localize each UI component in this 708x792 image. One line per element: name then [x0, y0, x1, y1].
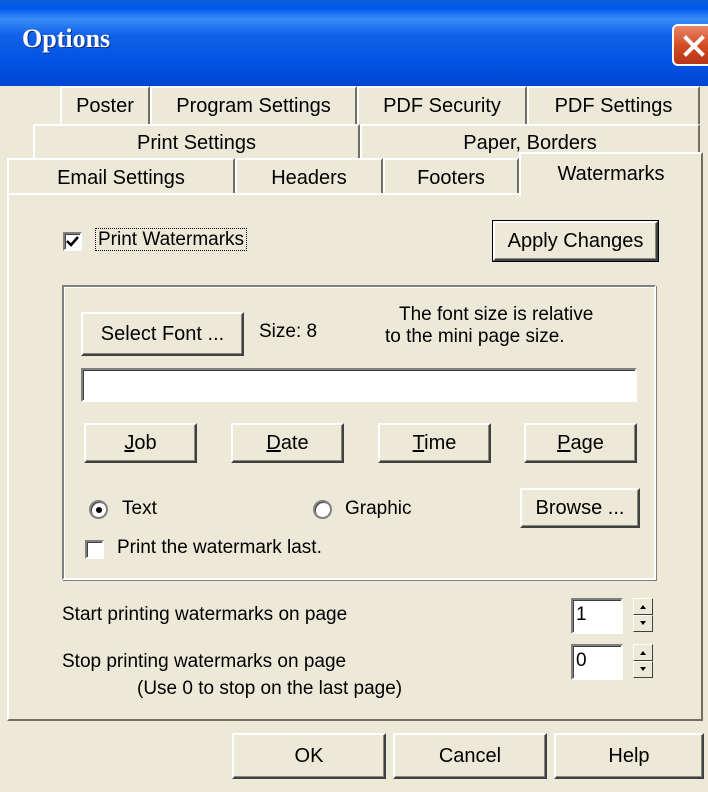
tab-pdf-settings[interactable]: PDF Settings	[527, 86, 700, 124]
arrow-down-icon	[640, 667, 646, 671]
stop-page-input[interactable]: 0	[571, 644, 623, 680]
close-button[interactable]	[672, 24, 708, 66]
radio-selected-dot	[96, 507, 102, 513]
browse-button[interactable]: Browse ...	[520, 488, 640, 528]
arrow-up-icon	[640, 651, 646, 655]
tab-label: Paper, Borders	[463, 132, 597, 154]
stop-page-hint: (Use 0 to stop on the last page)	[137, 678, 403, 699]
date-label: ate	[280, 432, 309, 454]
job-mnemonic: J	[124, 432, 135, 454]
date-button[interactable]: Date	[231, 423, 344, 463]
stop-page-label: Stop printing watermarks on page	[62, 651, 347, 672]
browse-label: Browse ...	[535, 497, 625, 519]
page-button[interactable]: Page	[524, 423, 637, 463]
apply-changes-button[interactable]: Apply Changes	[492, 220, 659, 262]
window-title: Options	[22, 24, 111, 53]
print-last-checkbox[interactable]	[85, 540, 104, 559]
page-label: age	[570, 432, 604, 454]
font-note-line2: to the mini page size.	[385, 326, 565, 347]
tab-label: Footers	[417, 167, 485, 189]
font-size-label: Size: 8	[259, 321, 318, 342]
tab-label: Email Settings	[57, 167, 185, 189]
select-font-button[interactable]: Select Font ...	[81, 312, 244, 356]
time-label: ime	[424, 432, 457, 454]
start-page-input[interactable]: 1	[571, 598, 623, 634]
job-button[interactable]: Job	[84, 423, 197, 463]
checkmark-icon	[66, 236, 79, 247]
tab-print-settings[interactable]: Print Settings	[33, 124, 360, 158]
help-button[interactable]: Help	[554, 733, 704, 779]
print-watermarks-label[interactable]: Print Watermarks	[95, 228, 248, 251]
tab-label: PDF Settings	[554, 95, 673, 117]
stop-page-value: 0	[576, 650, 587, 671]
ok-label: OK	[294, 745, 324, 767]
page-mnemonic: P	[557, 432, 571, 454]
select-font-label: Select Font ...	[100, 323, 225, 345]
tab-headers[interactable]: Headers	[235, 158, 383, 194]
cancel-button[interactable]: Cancel	[393, 733, 547, 779]
job-label: ob	[134, 432, 157, 454]
spin-down-button[interactable]	[633, 661, 653, 678]
help-label: Help	[608, 745, 650, 767]
print-last-label[interactable]: Print the watermark last.	[117, 537, 322, 559]
graphic-radio[interactable]	[313, 500, 332, 519]
graphic-radio-label[interactable]: Graphic	[345, 498, 412, 520]
arrow-down-icon	[640, 621, 646, 625]
print-watermarks-text: Print Watermarks	[95, 228, 248, 251]
title-bar[interactable]: Options	[0, 0, 708, 86]
print-watermarks-checkbox[interactable]	[63, 232, 82, 251]
tab-watermarks[interactable]: Watermarks	[519, 152, 703, 196]
watermark-text-input[interactable]	[81, 368, 637, 402]
date-mnemonic: D	[266, 432, 281, 454]
spin-up-button[interactable]	[633, 644, 653, 661]
tab-email-settings[interactable]: Email Settings	[7, 158, 235, 194]
font-note-line1: The font size is relative	[399, 304, 594, 325]
tab-poster[interactable]: Poster	[60, 86, 150, 124]
close-icon	[683, 35, 705, 57]
tab-label: Poster	[76, 95, 134, 117]
text-radio[interactable]	[89, 500, 108, 519]
time-mnemonic: T	[412, 432, 425, 454]
tab-label: Program Settings	[176, 95, 331, 117]
tab-label: PDF Security	[383, 95, 501, 117]
ok-button[interactable]: OK	[232, 733, 386, 779]
arrow-up-icon	[640, 605, 646, 609]
start-page-value: 1	[576, 604, 587, 625]
tab-label: Headers	[271, 167, 347, 189]
spin-down-button[interactable]	[633, 615, 653, 632]
stop-page-spinner[interactable]	[633, 644, 653, 680]
tab-label: Watermarks	[557, 163, 665, 185]
spin-up-button[interactable]	[633, 598, 653, 615]
text-radio-label[interactable]: Text	[122, 498, 157, 520]
tab-footers[interactable]: Footers	[383, 158, 519, 194]
cancel-label: Cancel	[438, 745, 502, 767]
time-button[interactable]: Time	[378, 423, 491, 463]
start-page-spinner[interactable]	[633, 598, 653, 634]
tab-label: Print Settings	[137, 132, 256, 154]
tab-pdf-security[interactable]: PDF Security	[357, 86, 527, 124]
tab-program-settings[interactable]: Program Settings	[150, 86, 357, 124]
start-page-label: Start printing watermarks on page	[62, 604, 348, 625]
apply-changes-label: Apply Changes	[507, 230, 644, 252]
